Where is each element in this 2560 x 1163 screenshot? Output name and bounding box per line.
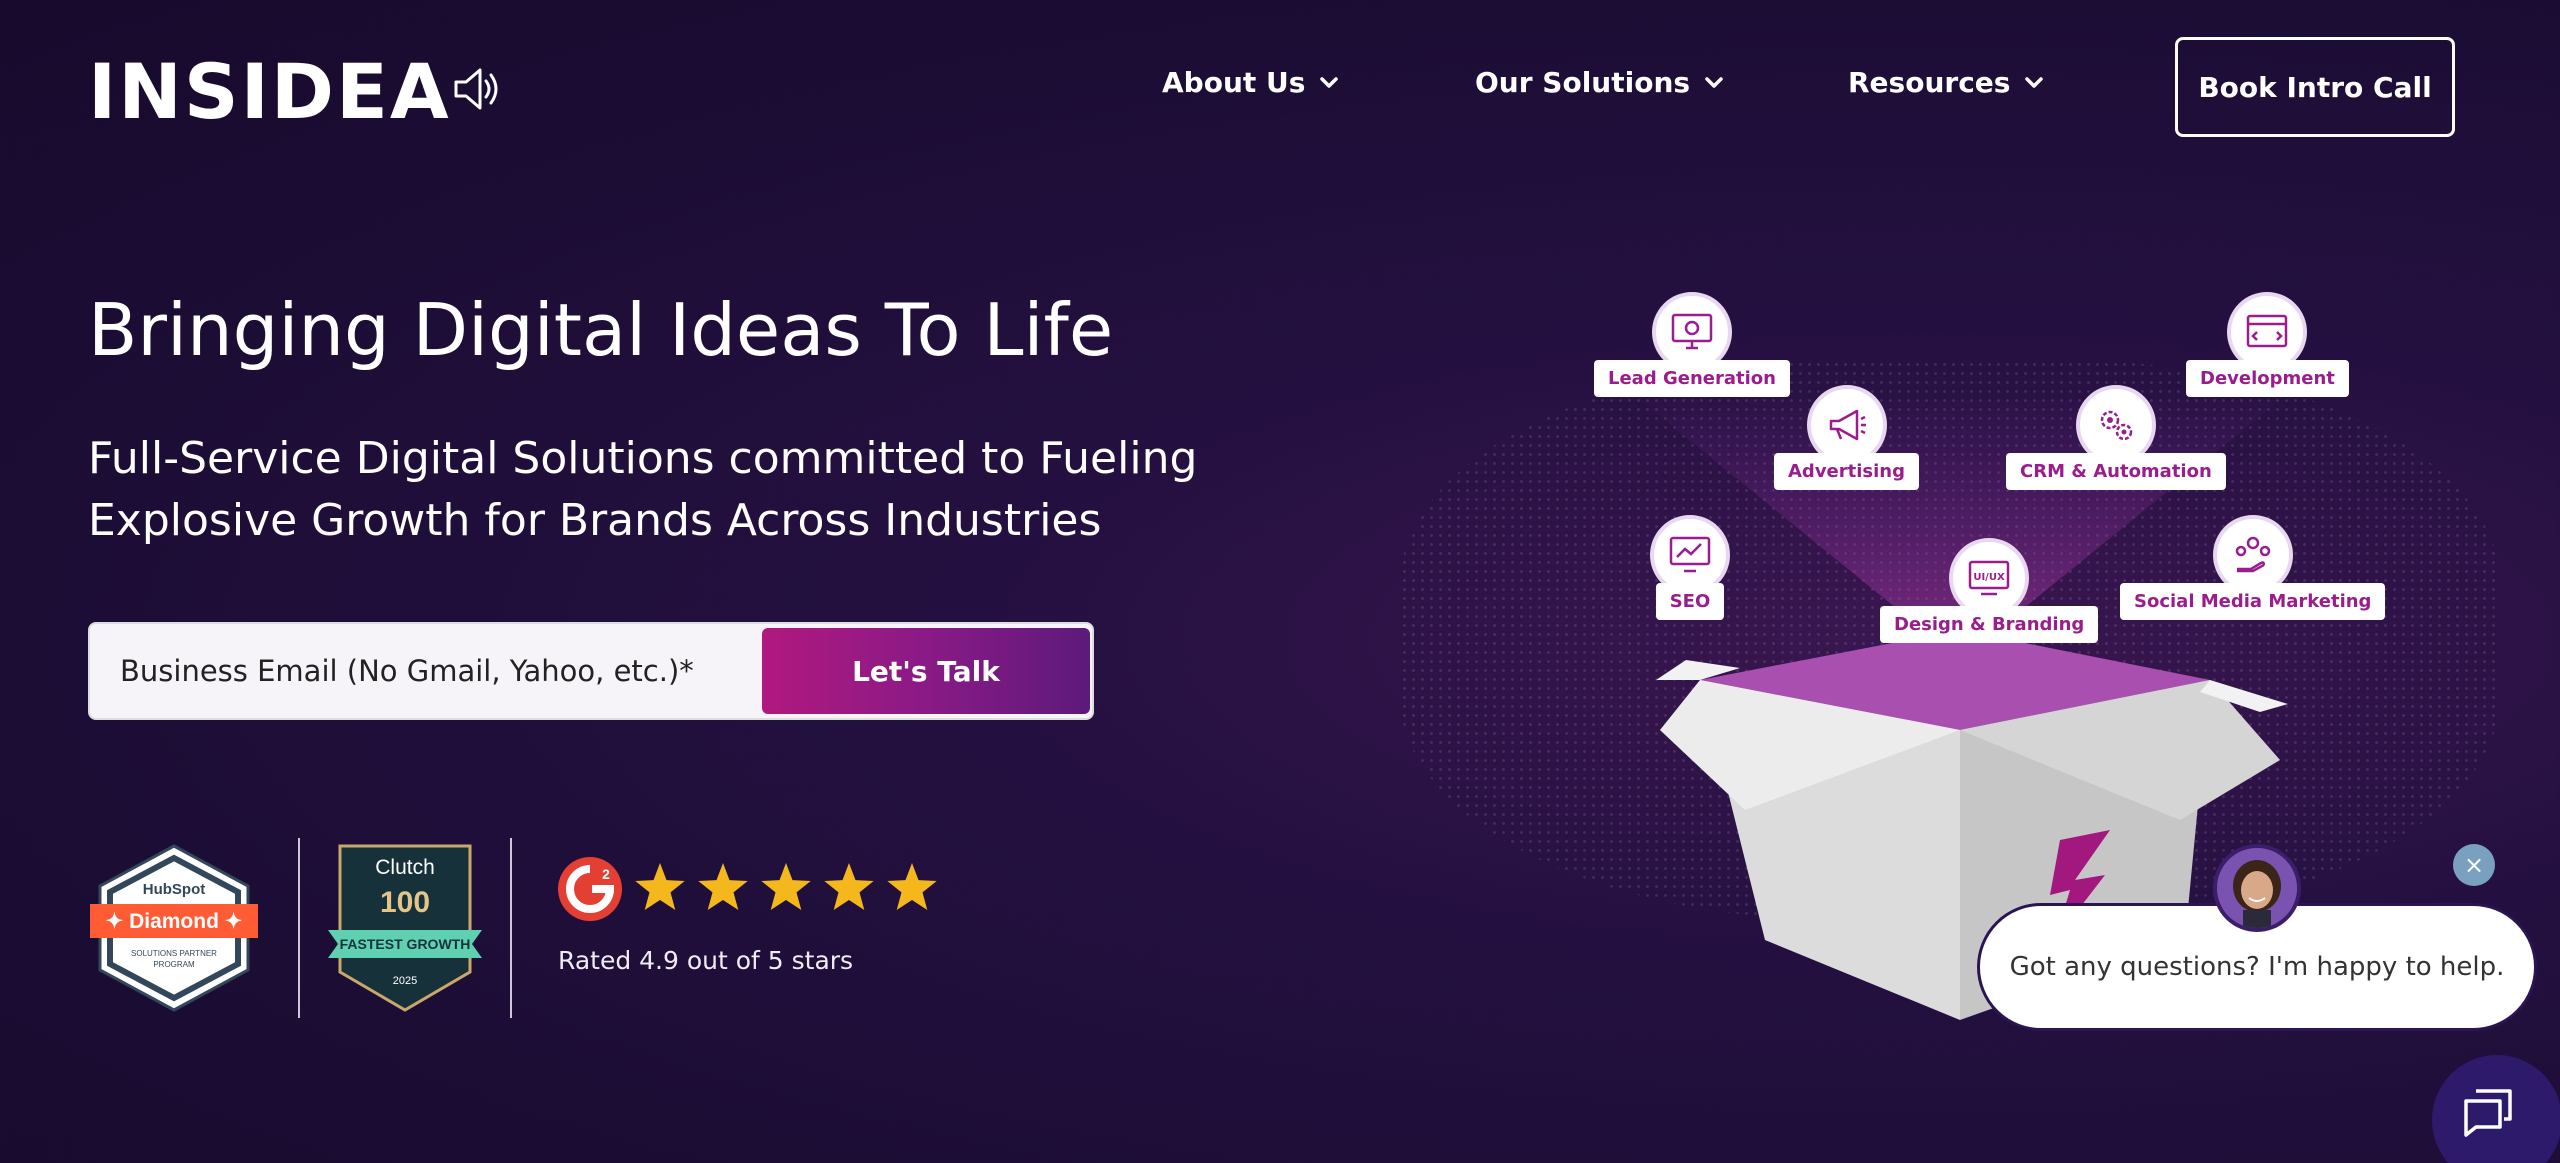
chat-agent-avatar bbox=[2213, 844, 2301, 932]
svg-text:SOLUTIONS PARTNER: SOLUTIONS PARTNER bbox=[131, 949, 217, 958]
service-label: CRM & Automation bbox=[2006, 453, 2226, 490]
service-label: Development bbox=[2186, 360, 2349, 397]
chevron-down-icon bbox=[1705, 76, 1723, 88]
svg-text:UI/UX: UI/UX bbox=[1973, 572, 2005, 583]
service-lead-generation[interactable]: Lead Generation bbox=[1594, 292, 1790, 397]
nav-label: Our Solutions bbox=[1475, 66, 1691, 99]
nav-our-solutions[interactable]: Our Solutions bbox=[1475, 66, 1724, 99]
chat-icon bbox=[2464, 1089, 2512, 1137]
star-icon bbox=[824, 863, 874, 910]
star-icon bbox=[761, 863, 811, 910]
service-design-branding[interactable]: UI/UX Design & Branding bbox=[1880, 538, 2099, 643]
nav-about-us[interactable]: About Us bbox=[1162, 66, 1339, 99]
hubspot-tier: ✦ Diamond ✦ bbox=[106, 910, 243, 933]
chat-close-button[interactable]: × bbox=[2453, 844, 2495, 886]
service-label: Advertising bbox=[1774, 453, 1919, 490]
service-seo[interactable]: SEO bbox=[1650, 515, 1730, 620]
service-advertising[interactable]: Advertising bbox=[1774, 385, 1919, 490]
service-label: SEO bbox=[1655, 583, 1725, 620]
chevron-down-icon bbox=[2025, 76, 2044, 88]
service-label: Lead Generation bbox=[1594, 360, 1790, 397]
hero-subtitle: Full-Service Digital Solutions committed… bbox=[88, 433, 1198, 546]
star-icon bbox=[887, 863, 937, 910]
clutch-brand: Clutch bbox=[375, 856, 435, 879]
g2-rating-text: Rated 4.9 out of 5 stars bbox=[558, 946, 854, 975]
service-label: Social Media Marketing bbox=[2120, 583, 2386, 620]
badge-divider bbox=[510, 838, 512, 1018]
speaker-icon[interactable] bbox=[452, 66, 502, 112]
chat-message: Got any questions? I'm happy to help. bbox=[2009, 952, 2505, 982]
business-email-input[interactable] bbox=[90, 624, 760, 718]
badge-divider bbox=[298, 838, 300, 1018]
nav-label: Resources bbox=[1848, 66, 2011, 99]
clutch-year: 2025 bbox=[393, 975, 417, 987]
clutch-ribbon: FASTEST GROWTH bbox=[340, 936, 471, 952]
clutch-100-badge: Clutch 100 FASTEST GROWTH 2025 bbox=[328, 844, 482, 1012]
service-social-media-marketing[interactable]: Social Media Marketing bbox=[2120, 515, 2386, 620]
five-star-rating bbox=[635, 863, 937, 910]
email-form: Let's Talk bbox=[88, 622, 1094, 720]
chat-launcher-button[interactable] bbox=[2432, 1055, 2560, 1163]
nav-label: About Us bbox=[1162, 66, 1306, 99]
book-intro-call-button[interactable]: Book Intro Call bbox=[2175, 37, 2455, 137]
svg-text:2: 2 bbox=[602, 866, 610, 882]
star-icon bbox=[698, 863, 748, 910]
star-icon bbox=[635, 863, 685, 910]
insidea-logo[interactable]: INSIDEA bbox=[88, 52, 451, 132]
hubspot-diamond-badge: HubSpot ✦ Diamond ✦ SOLUTIONS PARTNER PR… bbox=[90, 844, 258, 1012]
svg-text:PROGRAM: PROGRAM bbox=[153, 960, 195, 969]
lets-talk-button[interactable]: Let's Talk bbox=[762, 628, 1090, 714]
service-crm-automation[interactable]: CRM & Automation bbox=[2006, 385, 2226, 490]
clutch-rank: 100 bbox=[380, 886, 430, 919]
chevron-down-icon bbox=[1320, 76, 1339, 88]
nav-resources[interactable]: Resources bbox=[1848, 66, 2044, 99]
hubspot-brand: HubSpot bbox=[143, 881, 205, 898]
service-development[interactable]: Development bbox=[2186, 292, 2349, 397]
g2-logo-icon: 2 bbox=[558, 857, 622, 921]
hero-title: Bringing Digital Ideas To Life bbox=[88, 288, 1114, 372]
service-label: Design & Branding bbox=[1880, 606, 2099, 643]
